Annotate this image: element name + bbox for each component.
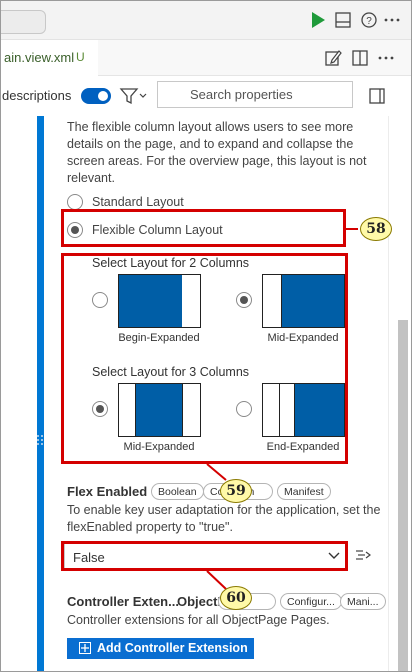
- chip-boolean[interactable]: Boolean: [151, 483, 204, 500]
- section-indicator-bar: [37, 116, 44, 672]
- begin-expanded-caption: Begin-Expanded: [118, 332, 200, 344]
- expression-icon[interactable]: [354, 548, 372, 564]
- run-icon[interactable]: [309, 11, 327, 29]
- toggle-panel-icon[interactable]: [334, 11, 352, 29]
- chip-configuration[interactable]: Configur...: [280, 593, 342, 610]
- search-input[interactable]: Search properties: [157, 81, 353, 108]
- end-expanded-3col-caption: End-Expanded: [266, 441, 340, 453]
- title-bar: ?: [0, 0, 412, 40]
- split-editor-icon[interactable]: [351, 49, 369, 67]
- controller-extensions-title: Controller Exten...: [67, 594, 179, 609]
- scrollbar[interactable]: [398, 320, 408, 672]
- add-button-label: Add Controller Extension: [97, 641, 248, 655]
- mid-expanded-2col-preview[interactable]: [262, 274, 345, 328]
- drag-handle-icon[interactable]: [32, 434, 48, 446]
- callout-60: 60: [220, 586, 252, 610]
- begin-expanded-2col-preview[interactable]: [118, 274, 201, 328]
- callout-58: 58: [360, 217, 392, 241]
- properties-panel: The flexible column layout allows users …: [0, 116, 412, 672]
- highlight-box-flex-enabled: [61, 541, 348, 571]
- radio-3col-mid-expanded[interactable]: [92, 401, 108, 417]
- more-actions-icon[interactable]: [377, 49, 395, 67]
- editor-tab-bar: ain.view.xml U: [0, 40, 412, 76]
- preview-column: [119, 275, 182, 327]
- side-panel-icon[interactable]: [368, 87, 386, 105]
- tab-status-badge: U: [76, 50, 85, 64]
- radio-2col-begin-expanded[interactable]: [92, 292, 108, 308]
- toggle-knob: [98, 91, 108, 101]
- more-icon[interactable]: [383, 11, 401, 29]
- radio-2col-mid-expanded[interactable]: [236, 292, 252, 308]
- chip-manifest-extensions[interactable]: Mani...: [340, 593, 386, 610]
- add-controller-extension-button[interactable]: Add Controller Extension: [67, 638, 254, 659]
- tab-main-view-xml[interactable]: ain.view.xml U: [0, 40, 98, 76]
- radio-flexible-column-layout[interactable]: [67, 222, 83, 238]
- flex-enabled-title: Flex Enabled: [67, 484, 148, 499]
- three-columns-title: Select Layout for 3 Columns: [92, 365, 250, 379]
- layout-description: The flexible column layout allows users …: [67, 120, 367, 185]
- mid-expanded-3col-preview[interactable]: [118, 383, 201, 437]
- preview-column: [281, 275, 344, 327]
- property-toolbar: descriptions Search properties: [0, 76, 412, 116]
- flex-enabled-description: To enable key user adaptation for the ap…: [67, 503, 381, 534]
- mid-expanded-3col-caption: Mid-Expanded: [123, 441, 195, 453]
- descriptions-label: descriptions: [2, 88, 72, 103]
- preview-column: [279, 384, 295, 436]
- preview-column: [135, 384, 183, 436]
- radio-3col-end-expanded[interactable]: [236, 401, 252, 417]
- filter-icon[interactable]: [119, 86, 147, 106]
- chip-manifest[interactable]: Manifest: [277, 483, 331, 500]
- mid-expanded-2col-caption: Mid-Expanded: [267, 332, 339, 344]
- flexible-layout-label: Flexible Column Layout: [92, 223, 223, 237]
- controller-extensions-description: Controller extensions for all ObjectPage…: [67, 613, 330, 627]
- descriptions-toggle[interactable]: [81, 88, 111, 104]
- tab-file-name: ain.view.xml: [4, 50, 75, 65]
- callout-59: 59: [220, 479, 252, 503]
- help-icon[interactable]: ?: [360, 11, 378, 29]
- two-columns-title: Select Layout for 2 Columns: [92, 256, 250, 270]
- command-center[interactable]: [0, 10, 46, 34]
- standard-layout-label: Standard Layout: [92, 195, 184, 209]
- radio-standard-layout[interactable]: [67, 194, 83, 210]
- svg-text:?: ?: [366, 16, 372, 27]
- preview-column: [295, 384, 344, 436]
- add-icon: [79, 642, 91, 654]
- edit-icon[interactable]: [324, 49, 342, 67]
- end-expanded-3col-preview[interactable]: [262, 383, 345, 437]
